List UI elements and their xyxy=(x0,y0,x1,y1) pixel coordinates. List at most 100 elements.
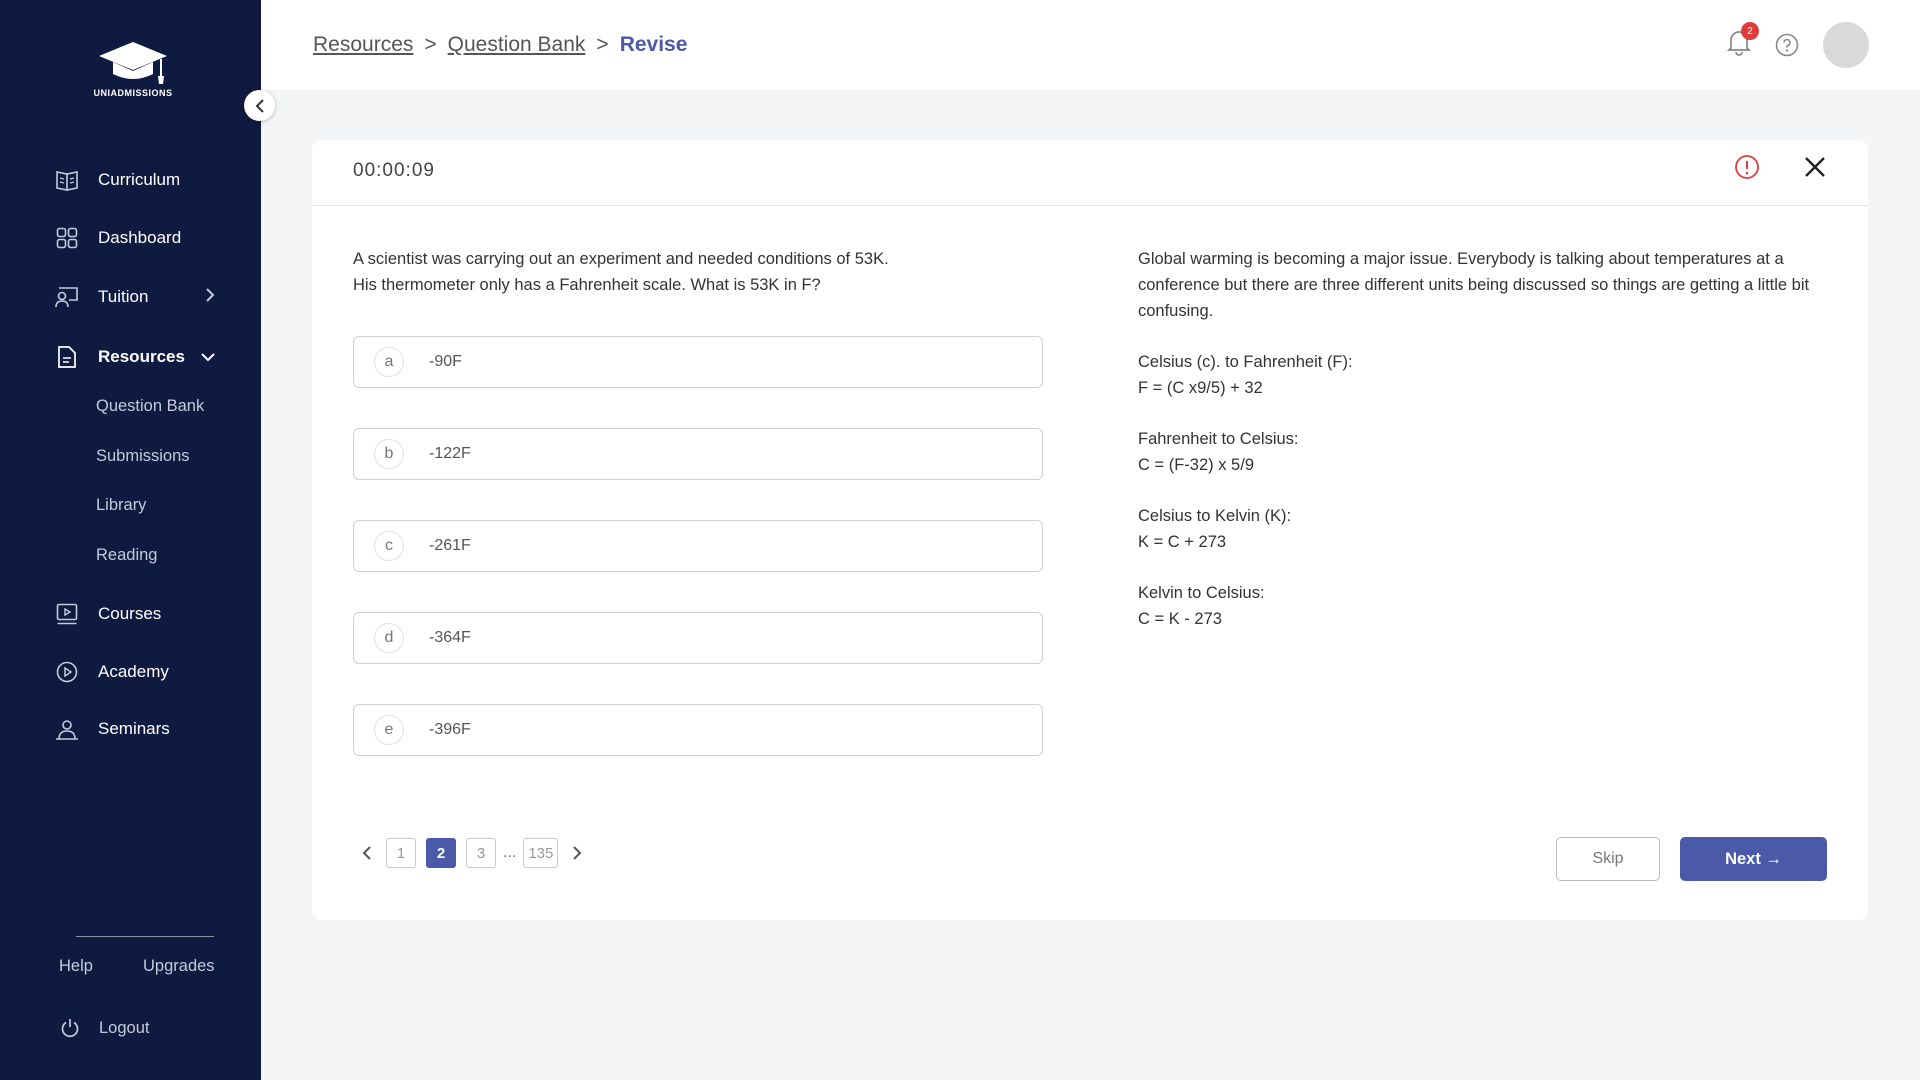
timer: 00:00:09 xyxy=(353,160,435,181)
formula-title: Celsius to Kelvin (K): xyxy=(1138,507,1292,525)
question-line: A scientist was carrying out an experime… xyxy=(353,250,889,268)
chevron-left-icon xyxy=(362,846,371,860)
breadcrumb-separator: > xyxy=(596,33,609,56)
pagination: 1 2 3 ... 135 xyxy=(353,838,591,868)
formula-title: Celsius (c). to Fahrenheit (F): xyxy=(1138,353,1353,371)
option-letter: b xyxy=(374,439,404,469)
sidebar-item-dashboard[interactable]: Dashboard xyxy=(55,223,181,253)
chevron-left-icon xyxy=(255,98,264,113)
sidebar-item-academy[interactable]: Academy xyxy=(55,657,169,687)
skip-button[interactable]: Skip xyxy=(1556,837,1660,881)
top-header: Resources > Question Bank > Revise 2 xyxy=(261,0,1920,90)
power-icon xyxy=(58,1016,82,1040)
sidebar-subitem-submissions[interactable]: Submissions xyxy=(96,447,190,466)
formula-block: Kelvin to Celsius: C = K - 273 xyxy=(1138,580,1838,632)
breadcrumb-current: Revise xyxy=(619,33,688,56)
page-button[interactable]: 3 xyxy=(466,838,496,868)
page-button-current[interactable]: 2 xyxy=(426,838,456,868)
tutor-icon xyxy=(55,285,79,309)
sidebar-item-label: Dashboard xyxy=(98,228,182,247)
breadcrumb: Resources > Question Bank > Revise xyxy=(313,33,687,57)
option-letter: a xyxy=(374,347,404,377)
option-letter: c xyxy=(374,531,404,561)
option-value: -364F xyxy=(429,629,471,646)
next-page-button[interactable] xyxy=(563,838,591,868)
chevron-right-icon xyxy=(573,846,582,860)
help-link[interactable]: Help xyxy=(59,957,93,976)
sidebar-item-courses[interactable]: Courses xyxy=(55,599,161,629)
question-text: A scientist was carrying out an experime… xyxy=(353,246,993,298)
option-letter: d xyxy=(374,623,404,653)
sidebar-collapse-button[interactable] xyxy=(244,90,275,121)
breadcrumb-separator: > xyxy=(424,33,437,56)
sidebar-item-label: Tuition xyxy=(98,287,149,306)
sidebar-item-tuition[interactable]: Tuition xyxy=(55,282,215,312)
passage-text: Global warming is becoming a major issue… xyxy=(1138,246,1838,657)
avatar[interactable] xyxy=(1823,22,1869,68)
graduation-cap-icon xyxy=(99,42,167,84)
notifications-button[interactable]: 2 xyxy=(1726,22,1759,61)
option-value: -90F xyxy=(429,353,462,370)
answer-option-b[interactable]: b -122F xyxy=(353,428,1043,480)
book-icon xyxy=(55,168,79,192)
sidebar-item-resources[interactable]: Resources xyxy=(55,342,215,372)
sidebar-item-label: Academy xyxy=(98,662,169,681)
formula: C = K - 273 xyxy=(1138,610,1222,628)
passage-intro: Global warming is becoming a major issue… xyxy=(1138,250,1810,320)
question-line: His thermometer only has a Fahrenheit sc… xyxy=(353,276,821,294)
option-value: -261F xyxy=(429,537,471,554)
sidebar-item-curriculum[interactable]: Curriculum xyxy=(55,165,180,195)
answer-option-a[interactable]: a -90F xyxy=(353,336,1043,388)
logo[interactable]: UNIADMISSIONS xyxy=(88,40,178,98)
formula: C = (F-32) x 5/9 xyxy=(1138,456,1254,474)
close-button[interactable] xyxy=(1802,154,1828,185)
document-icon xyxy=(55,345,79,369)
page-ellipsis: ... xyxy=(503,844,517,861)
next-button[interactable]: Next → xyxy=(1680,837,1827,881)
answer-option-c[interactable]: c -261F xyxy=(353,520,1043,572)
page-button[interactable]: 135 xyxy=(523,838,559,868)
breadcrumb-resources[interactable]: Resources xyxy=(313,33,413,57)
notification-badge: 2 xyxy=(1741,22,1759,40)
option-value: -122F xyxy=(429,445,471,462)
formula-title: Fahrenheit to Celsius: xyxy=(1138,430,1299,448)
sidebar-subitem-library[interactable]: Library xyxy=(96,496,146,515)
logout-label: Logout xyxy=(99,1018,150,1037)
formula: F = (C x9/5) + 32 xyxy=(1138,379,1263,397)
upgrades-link[interactable]: Upgrades xyxy=(143,957,215,976)
answer-option-d[interactable]: d -364F xyxy=(353,612,1043,664)
sidebar-item-label: Seminars xyxy=(98,719,170,738)
answer-option-e[interactable]: e -396F xyxy=(353,704,1043,756)
answer-options: a -90F b -122F c -261F d -364F e -396F xyxy=(353,336,1043,796)
grid-icon xyxy=(55,226,79,250)
logout-button[interactable]: Logout xyxy=(58,1013,149,1043)
help-button[interactable] xyxy=(1775,33,1799,62)
question-card: 00:00:09 A scientist was carrying out an… xyxy=(312,140,1868,920)
option-value: -396F xyxy=(429,721,471,738)
formula-block: Fahrenheit to Celsius: C = (F-32) x 5/9 xyxy=(1138,426,1838,478)
formula-block: Celsius (c). to Fahrenheit (F): F = (C x… xyxy=(1138,349,1838,401)
report-issue-button[interactable] xyxy=(1734,154,1760,185)
card-toolbar: 00:00:09 xyxy=(312,140,1868,206)
formula: K = C + 273 xyxy=(1138,533,1227,551)
chevron-down-icon xyxy=(201,347,215,367)
sidebar-item-label: Courses xyxy=(98,604,162,623)
sidebar-item-label: Resources xyxy=(98,347,185,366)
breadcrumb-question-bank[interactable]: Question Bank xyxy=(448,33,586,57)
sidebar-item-label: Curriculum xyxy=(98,170,181,189)
sidebar-divider xyxy=(76,936,214,937)
alert-circle-icon xyxy=(1735,155,1759,179)
sidebar-item-seminars[interactable]: Seminars xyxy=(55,714,170,744)
help-icon xyxy=(1775,33,1799,57)
formula-title: Kelvin to Celsius: xyxy=(1138,584,1265,602)
sidebar-subitem-question-bank[interactable]: Question Bank xyxy=(96,397,204,416)
close-icon xyxy=(1805,157,1825,177)
play-circle-icon xyxy=(55,660,79,684)
sidebar: UNIADMISSIONS Curriculum Dashboard Tuiti… xyxy=(0,0,261,1080)
page-button[interactable]: 1 xyxy=(386,838,416,868)
play-screen-icon xyxy=(55,602,79,626)
sidebar-subitem-reading[interactable]: Reading xyxy=(96,546,157,565)
chevron-right-icon xyxy=(205,287,215,307)
prev-page-button[interactable] xyxy=(353,838,381,868)
logo-text: UNIADMISSIONS xyxy=(93,88,173,98)
